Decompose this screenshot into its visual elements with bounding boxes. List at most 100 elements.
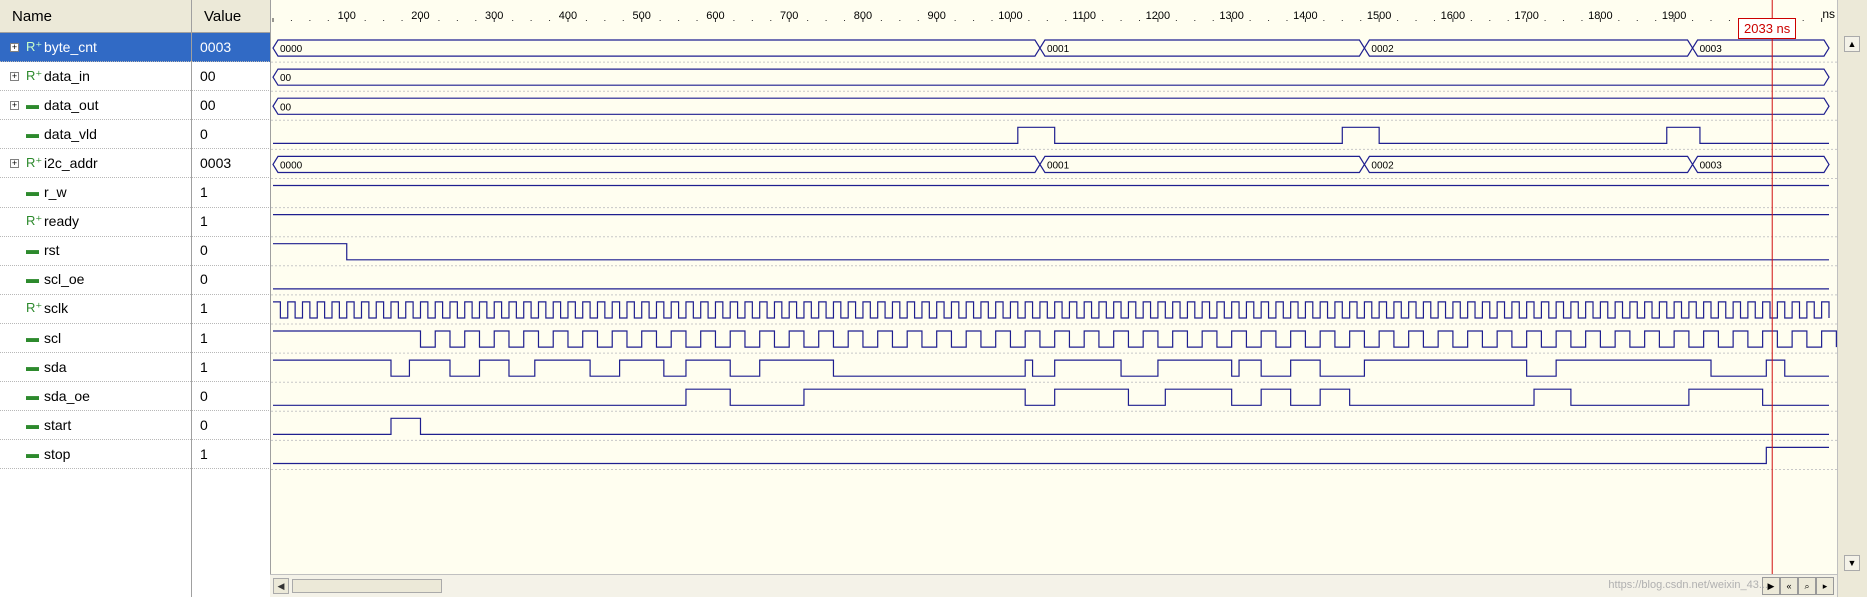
waveform-sda_oe[interactable] [273,388,1829,406]
signal-row-rst[interactable]: ▬ rst [0,237,191,266]
cursor-time-label[interactable]: 2033 ns [1738,18,1797,39]
signal-value: 1 [200,329,208,346]
bus-value-label: 0002 [1371,160,1394,171]
bus-segment [272,68,1830,86]
signal-value: 1 [200,213,208,230]
expand-icon[interactable]: + [10,100,19,110]
waveform-data_out[interactable]: 00 [272,97,1830,115]
scroll-up-arrow-icon[interactable]: ▲ [1844,36,1860,52]
signal-row-scl[interactable]: ▬ scl [0,324,191,354]
signal-name: data_in [44,67,90,84]
value-row-rst[interactable]: 0 [192,237,271,266]
signal-name: sclk [44,300,69,317]
signal-row-data_in[interactable]: + R⁺ data_in [0,62,191,92]
value-row-r_w[interactable]: 1 [192,179,271,208]
signal-row-data_vld[interactable]: ▬ data_vld [0,120,191,150]
signal-value: 1 [200,300,208,317]
bus-value-label: 00 [280,102,292,113]
signal-row-sclk[interactable]: R⁺ sclk [0,295,191,324]
bus-segment [1039,155,1366,174]
vertical-scrollbar[interactable]: ▲ ▼ [1837,0,1867,597]
signal-trace [273,359,1829,377]
zoom-out-icon[interactable]: « [1780,577,1798,595]
value-row-sda_oe[interactable]: 0 [192,382,271,412]
value-row-data_out[interactable]: 00 [192,91,271,121]
value-row-data_vld[interactable]: 0 [192,120,271,150]
signal-row-sda_oe[interactable]: ▬ sda_oe [0,382,191,412]
wire-icon: ▬ [26,358,39,374]
wire-icon: ▬ [26,416,39,432]
value-header-label: Value [204,8,242,25]
waveform-sclk[interactable] [273,301,1830,319]
value-row-stop[interactable]: 1 [192,440,271,470]
value-row-scl_oe[interactable]: 0 [192,266,271,295]
signal-name: data_out [44,96,99,113]
clock-trace [273,330,1837,348]
value-row-ready[interactable]: 1 [192,208,271,237]
signal-row-scl_oe[interactable]: ▬ scl_oe [0,266,191,295]
waveform-stop[interactable] [273,446,1829,465]
wire-icon: ▬ [26,96,39,112]
signal-value: 1 [200,445,208,462]
signal-row-sda[interactable]: ▬ sda [0,353,191,383]
signal-value: 0 [200,271,208,288]
waveform-sda[interactable] [273,359,1829,377]
scroll-down-arrow-icon[interactable]: ▼ [1844,555,1860,571]
watermark-text: https://blog.csdn.net/weixin_43... [1608,579,1768,591]
waveform-i2c_addr[interactable]: 0000 0001 0002 0003 [272,155,1830,174]
waveform-scl[interactable] [273,330,1837,348]
signal-row-start[interactable]: ▬ start [0,411,191,441]
wire-icon: ▬ [26,184,39,200]
wire-icon: ▬ [26,125,39,141]
bus-value-label: 0001 [1047,160,1070,171]
signal-name: scl [44,329,62,346]
waveform-rst[interactable] [273,243,1829,261]
signal-trace [273,126,1829,144]
value-row-data_in[interactable]: 00 [192,62,271,92]
signal-row-data_out[interactable]: + ▬ data_out [0,91,191,121]
horizontal-scroll-thumb[interactable] [292,579,442,593]
register-icon: R⁺ [26,38,43,54]
waveform-data_vld[interactable] [273,126,1829,144]
expand-icon[interactable]: + [10,42,19,52]
value-row-byte_cnt[interactable]: 0003 [192,33,271,63]
signal-value: 1 [200,184,208,201]
expand-icon[interactable]: + [10,158,19,168]
waveform-pane[interactable]: 100 200 300 400 500 600 700 800 900 1000 1100 1200 1… [270,0,1839,597]
bus-value-label: 00 [280,73,292,84]
signal-value: 00 [200,67,216,84]
signal-row-r_w[interactable]: ▬ r_w [0,179,191,208]
signal-row-byte_cnt[interactable]: + R⁺ byte_cnt [0,33,191,63]
signal-name: data_vld [44,125,97,142]
zoom-icon[interactable]: ⌕ [1798,577,1816,595]
expand-icon[interactable]: + [10,71,19,81]
signal-name: start [44,416,72,433]
go-to-end-icon[interactable]: ▸ [1816,577,1834,595]
value-column-header[interactable]: Value [192,0,271,33]
signal-name: scl_oe [44,271,85,288]
value-row-i2c_addr[interactable]: 0003 [192,149,271,179]
signal-value: 0003 [200,154,232,171]
register-icon: R⁺ [26,154,43,170]
signal-row-i2c_addr[interactable]: + R⁺ i2c_addr [0,149,191,179]
waveform-canvas[interactable]: 0000 0001 0002 000300000000 0001 0002 0003 [271,0,1839,597]
signal-trace [273,243,1829,261]
scroll-left-arrow-icon[interactable]: ◀ [273,578,289,594]
clock-trace [273,301,1830,319]
name-column-header[interactable]: Name [0,0,191,33]
bus-value-label: 0000 [280,160,303,171]
wire-icon: ▬ [26,242,39,258]
signal-name-pane: Name + R⁺ byte_cnt + R⁺ data_in + ▬ data_out ▬ dat… [0,0,191,597]
wire-icon: ▬ [26,271,39,287]
signal-row-stop[interactable]: ▬ stop [0,440,191,470]
waveform-byte_cnt[interactable]: 0000 0001 0002 0003 [272,39,1830,57]
horizontal-scrollbar[interactable]: ◀ ▶ « ⌕ ▸ https://blog.csdn.net/weixin_4… [270,574,1838,597]
value-row-start[interactable]: 0 [192,411,271,441]
waveform-data_in[interactable]: 00 [272,68,1830,86]
value-row-scl[interactable]: 1 [192,324,271,354]
signal-row-ready[interactable]: R⁺ ready [0,208,191,237]
value-row-sclk[interactable]: 1 [192,295,271,324]
waveform-window: Name + R⁺ byte_cnt + R⁺ data_in + ▬ data_out ▬ dat… [0,0,1867,597]
waveform-start[interactable] [273,417,1829,435]
value-row-sda[interactable]: 1 [192,353,271,383]
